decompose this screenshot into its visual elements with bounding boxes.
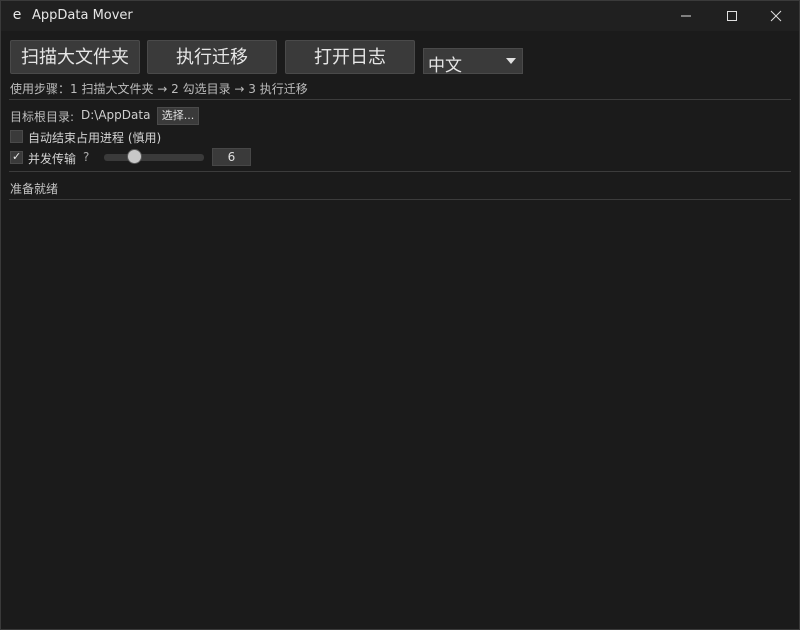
minimize-button[interactable] xyxy=(663,1,709,31)
choose-directory-button[interactable]: 选择... xyxy=(157,107,199,125)
results-area xyxy=(1,201,799,629)
divider xyxy=(9,99,791,100)
auto-kill-checkbox[interactable] xyxy=(10,130,23,143)
target-root-label: 目标根目录: xyxy=(10,110,75,124)
auto-kill-label[interactable]: 自动结束占用进程 (慎用) xyxy=(28,129,161,146)
window-title: AppData Mover xyxy=(32,8,133,23)
status-text: 准备就绪 xyxy=(10,182,59,196)
language-select[interactable]: 中文 xyxy=(423,48,523,76)
maximize-icon xyxy=(727,11,737,21)
app-e-icon: e xyxy=(12,7,22,23)
concurrent-transfer-label[interactable]: 并发传输 xyxy=(28,150,76,167)
minimize-icon xyxy=(681,15,691,17)
concurrency-slider-track[interactable] xyxy=(104,154,204,161)
concurrent-transfer-checkbox[interactable]: ✓ xyxy=(10,150,23,164)
app-window: e AppData Mover 扫描大文件夹 执行迁移 打开日志 中文 使用步骤… xyxy=(0,0,800,630)
target-root-path: D:\AppData xyxy=(81,108,151,122)
maximize-button[interactable] xyxy=(709,1,755,31)
help-question-icon[interactable]: ? xyxy=(83,150,89,164)
usage-steps-text: 使用步骤：1 扫描大文件夹 → 2 勾选目录 → 3 执行迁移 xyxy=(10,82,308,96)
concurrency-slider-thumb[interactable] xyxy=(127,149,142,164)
divider xyxy=(9,171,791,172)
close-icon xyxy=(770,10,782,22)
scan-large-folders-button[interactable]: 扫描大文件夹 xyxy=(10,40,140,74)
dropdown-arrow-icon xyxy=(506,58,516,64)
checkmark-icon: ✓ xyxy=(12,150,22,163)
title-bar[interactable]: e AppData Mover xyxy=(1,1,799,31)
language-selected-value: 中文 xyxy=(428,56,462,76)
close-button[interactable] xyxy=(753,1,799,31)
open-log-button[interactable]: 打开日志 xyxy=(285,40,415,74)
divider xyxy=(9,199,791,200)
concurrency-value-field[interactable]: 6 xyxy=(212,148,251,166)
execute-migration-button[interactable]: 执行迁移 xyxy=(147,40,277,74)
